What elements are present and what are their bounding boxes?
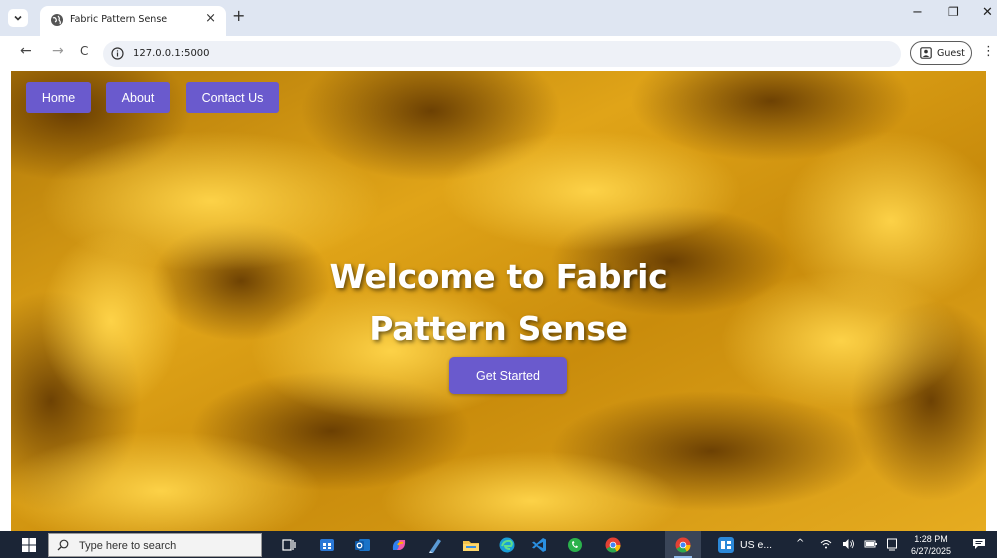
search-icon xyxy=(57,539,69,551)
clock-date: 6/27/2025 xyxy=(910,546,952,556)
info-icon[interactable] xyxy=(111,47,124,60)
windows-start-icon[interactable] xyxy=(22,538,36,552)
whatsapp-icon[interactable] xyxy=(566,536,584,554)
window-frame-left xyxy=(0,71,11,531)
store-icon[interactable] xyxy=(318,536,336,554)
hero-title-line-2: Pattern Sense xyxy=(369,309,628,348)
system-clock[interactable]: 1:28 PM 6/27/2025 xyxy=(906,533,956,557)
close-window-button[interactable]: ✕ xyxy=(982,6,993,19)
profile-label: Guest xyxy=(937,48,965,59)
file-explorer-icon[interactable] xyxy=(462,536,480,554)
search-placeholder: Type here to search xyxy=(79,540,177,552)
back-button[interactable]: ← xyxy=(20,44,32,58)
hero-title-line-1: Welcome to Fabric xyxy=(329,257,668,296)
hero-title: Welcome to Fabric Pattern Sense xyxy=(11,251,986,355)
outlook-icon[interactable] xyxy=(354,536,372,554)
volume-icon[interactable] xyxy=(842,538,855,550)
task-view-icon[interactable] xyxy=(280,536,298,554)
window-frame-right xyxy=(986,71,997,531)
news-app-icon[interactable] xyxy=(718,537,734,553)
chrome-active-icon[interactable] xyxy=(674,536,692,554)
tab-strip: Fabric Pattern Sense × + − ❐ ✕ xyxy=(0,0,997,36)
address-bar[interactable]: 127.0.0.1:5000 xyxy=(103,41,901,67)
globe-icon xyxy=(51,14,63,26)
wifi-icon[interactable] xyxy=(820,538,832,550)
battery-icon[interactable] xyxy=(864,538,878,550)
get-started-button[interactable]: Get Started xyxy=(449,357,567,394)
tab-title: Fabric Pattern Sense xyxy=(70,14,168,25)
vscode-icon[interactable] xyxy=(530,536,548,554)
reload-button[interactable]: C xyxy=(80,45,88,57)
browser-tab[interactable]: Fabric Pattern Sense × xyxy=(40,6,226,36)
url-text: 127.0.0.1:5000 xyxy=(133,48,210,59)
restore-button[interactable]: ❐ xyxy=(948,6,959,18)
pen-app-icon[interactable] xyxy=(426,536,444,554)
browser-chrome: Fabric Pattern Sense × + − ❐ ✕ ← → C 127… xyxy=(0,0,997,71)
forward-button[interactable]: → xyxy=(52,44,64,58)
nav-about-button[interactable]: About xyxy=(106,82,170,113)
tab-search-button[interactable] xyxy=(8,9,28,27)
minimize-button[interactable]: − xyxy=(912,6,923,19)
browser-toolbar: ← → C 127.0.0.1:5000 Guest ⋮ xyxy=(0,36,997,71)
new-tab-button[interactable]: + xyxy=(232,8,245,24)
copilot-icon[interactable] xyxy=(390,536,408,554)
edge-icon[interactable] xyxy=(498,536,516,554)
chevron-down-icon xyxy=(14,15,22,21)
nav-contact-button[interactable]: Contact Us xyxy=(186,82,279,113)
news-app-label: US e... xyxy=(740,539,773,551)
nav-home-button[interactable]: Home xyxy=(26,82,91,113)
person-icon xyxy=(920,47,932,59)
windows-taskbar: Type here to search US e... ^ 1:28 PM 6/… xyxy=(0,531,997,558)
notification-center-icon[interactable] xyxy=(972,538,986,550)
language-icon[interactable] xyxy=(886,538,898,551)
chrome-icon[interactable] xyxy=(604,536,622,554)
tray-overflow-icon[interactable]: ^ xyxy=(796,539,804,549)
taskbar-search-box[interactable]: Type here to search xyxy=(48,533,262,557)
more-menu-icon[interactable]: ⋮ xyxy=(982,45,995,58)
profile-button[interactable]: Guest xyxy=(910,41,972,65)
clock-time: 1:28 PM xyxy=(914,534,948,544)
page-viewport: Home About Contact Us Welcome to Fabric … xyxy=(11,71,986,531)
tab-close-icon[interactable]: × xyxy=(205,12,216,25)
